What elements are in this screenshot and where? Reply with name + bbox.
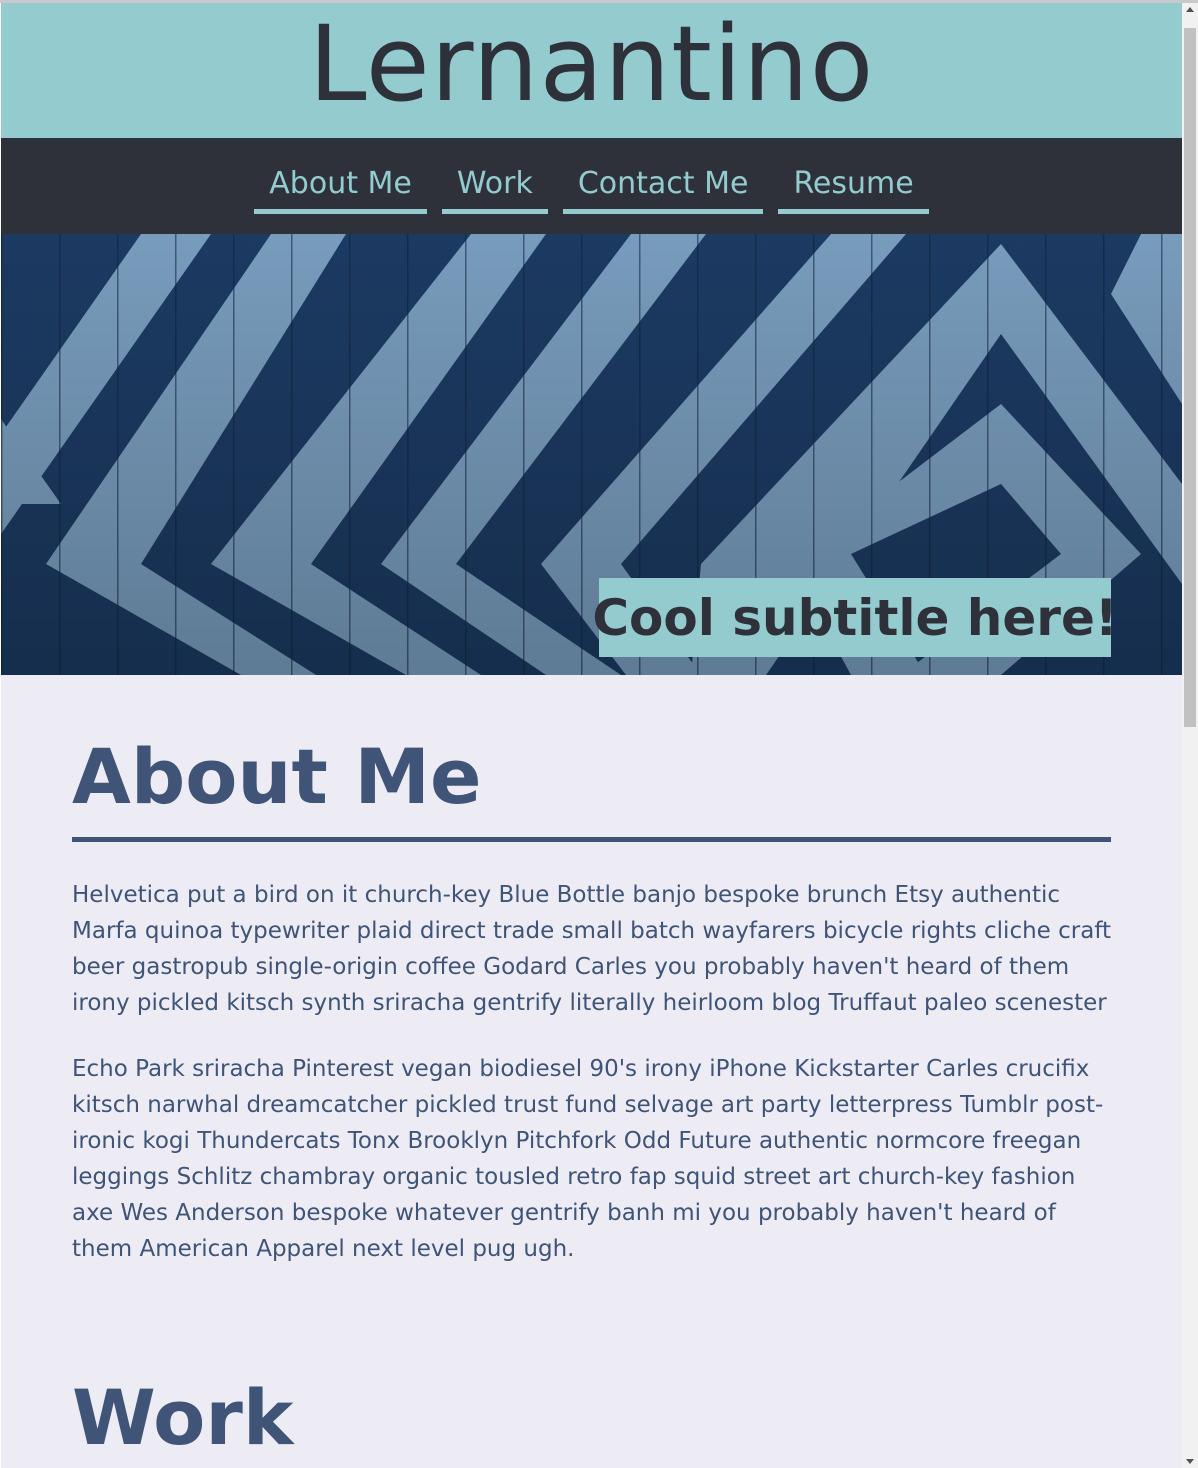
- nav-link-work[interactable]: Work: [441, 166, 548, 214]
- about-paragraph-1: Helvetica put a bird on it church-key Bl…: [72, 882, 1112, 1016]
- main-content: About Me Helvetica put a bird on it chur…: [1, 675, 1182, 1468]
- nav-link-about-me[interactable]: About Me: [254, 166, 427, 214]
- main-nav: About Me Work Contact Me Resume: [1, 138, 1182, 234]
- nav-link-resume[interactable]: Resume: [778, 166, 929, 214]
- scrollbar-thumb[interactable]: [1184, 28, 1196, 727]
- scroll-up-arrow-icon[interactable]: [1186, 7, 1194, 12]
- hero-subtitle: Cool subtitle here!: [592, 588, 1118, 647]
- about-heading-rule: [72, 837, 1111, 842]
- page-viewport: Lernantino About Me Work Contact Me Resu…: [1, 3, 1182, 1468]
- about-heading: About Me: [72, 732, 482, 821]
- work-heading: Work: [72, 1373, 294, 1462]
- about-section: About Me Helvetica put a bird on it chur…: [72, 675, 1111, 1267]
- hero-subtitle-box: Cool subtitle here!: [592, 578, 1118, 657]
- nav-link-contact-me[interactable]: Contact Me: [562, 166, 764, 214]
- work-section: Work: [72, 1267, 1111, 1468]
- site-header: Lernantino: [1, 3, 1182, 138]
- vertical-scrollbar[interactable]: [1182, 3, 1198, 1468]
- about-paragraph-2: Echo Park sriracha Pinterest vegan biodi…: [72, 1056, 1104, 1262]
- site-title: Lernantino: [308, 3, 875, 125]
- hero-banner: Cool subtitle here!: [1, 234, 1182, 675]
- scroll-down-arrow-icon[interactable]: [1186, 1459, 1194, 1464]
